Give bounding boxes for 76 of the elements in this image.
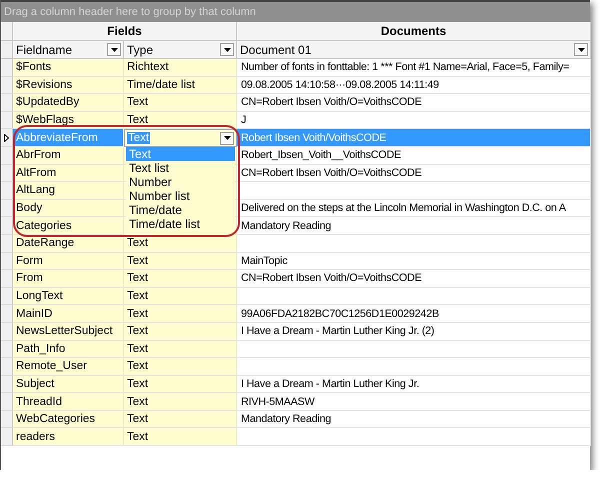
type-cell: Text <box>124 428 237 446</box>
dropdown-option[interactable]: Number list <box>126 189 235 203</box>
value-cell: MainTopic <box>237 252 591 270</box>
value-cell: RIVH-5MAASW <box>237 393 591 411</box>
dropdown-button[interactable] <box>220 132 234 145</box>
fieldname-cell: Subject <box>13 376 124 394</box>
fieldname-cell: $UpdatedBy <box>13 94 124 112</box>
value-cell: Robert_Ibsen_Voith__VoithsCODE <box>237 146 591 165</box>
filter-button[interactable] <box>220 43 234 56</box>
caret-icon <box>224 136 230 140</box>
filter-button[interactable] <box>107 43 121 56</box>
value-cell: 09.08.2005 14:10:58···09.08.2005 14:11:49 <box>237 76 591 94</box>
type-cell: Time/date list <box>124 76 237 94</box>
value-cell: I Have a Dream - Martin Luther King Jr. <box>237 376 591 394</box>
value-cell: Number of fonts in fonttable: 1 *** Font #1 Name=Arial, Face=5, Family= <box>237 59 591 77</box>
type-cell: Text <box>124 393 237 411</box>
column-label: Document 01 <box>240 42 312 56</box>
type-cell: Text <box>124 322 237 340</box>
value-cell: J <box>237 112 591 130</box>
fieldname-cell: Path_Info <box>13 340 124 358</box>
type-cell: Text <box>124 340 237 358</box>
fieldname-cell: From <box>13 270 124 288</box>
fieldname-cell: AltLang <box>13 182 124 200</box>
fieldname-cell: $Fonts <box>13 59 124 77</box>
fieldname-cell: Form <box>13 252 124 270</box>
type-cell: Text <box>124 376 237 394</box>
fieldname-cell: AbrFrom <box>13 146 124 165</box>
column-header[interactable]: Type <box>124 41 237 59</box>
value-cell: CN=Robert Ibsen Voith/O=VoithsCODE <box>237 164 591 182</box>
column-header[interactable]: Fieldname <box>13 41 124 59</box>
current-row-icon <box>4 134 9 142</box>
fieldname-cell: NewsLetterSubject <box>13 322 124 340</box>
fieldname-cell: LongText <box>13 288 124 306</box>
value-cell: Robert Ibsen Voith/VoithsCODE <box>237 129 591 147</box>
dropdown-option[interactable]: Text list <box>126 161 235 175</box>
fieldname-cell: MainID <box>13 305 124 323</box>
fieldname-cell: Body <box>13 200 124 218</box>
value-cell: 99A06FDA2182BC70C1256D1E0029242B <box>237 305 591 323</box>
band-header: Documents <box>237 22 591 41</box>
dropdown-option[interactable]: Number <box>126 175 235 189</box>
fieldname-cell: AbbreviateFrom <box>13 129 124 147</box>
header-corner <box>1 22 13 41</box>
column-label: Fieldname <box>16 42 72 56</box>
fieldname-cell: AltFrom <box>13 164 124 182</box>
type-cell: Richtext <box>124 59 237 77</box>
type-cell: Text <box>124 94 237 112</box>
type-cell: Text <box>124 305 237 323</box>
value-cell: Mandatory Reading <box>237 410 591 428</box>
fieldname-cell: $Revisions <box>13 76 124 94</box>
fieldname-cell: ThreadId <box>13 393 124 411</box>
caret-icon <box>110 48 118 52</box>
value-cell: Mandatory Reading <box>237 217 591 235</box>
fieldname-cell: Categories <box>13 217 124 235</box>
type-cell: Text <box>124 270 237 288</box>
band-header: Fields <box>13 22 237 41</box>
caret-icon <box>578 48 584 52</box>
fieldname-cell: readers <box>13 428 124 446</box>
value-cell: CN=Robert Ibsen Voith/O=VoithsCODE <box>237 94 591 112</box>
value-cell: CN=Robert Ibsen Voith/O=VoithsCODE <box>237 270 591 288</box>
value-cell: Delivered on the steps at the Lincoln Memorial in Washington D.C. on A <box>237 200 591 218</box>
column-header[interactable]: Document 01 <box>237 41 591 59</box>
fieldname-cell: WebCategories <box>13 410 124 428</box>
dropdown-option[interactable]: Time/date <box>126 203 235 217</box>
caret-icon <box>224 48 230 52</box>
filter-button[interactable] <box>574 43 588 56</box>
type-cell: Text <box>124 252 237 270</box>
type-cell: Text <box>124 358 237 376</box>
value-cell: I Have a Dream - Martin Luther King Jr. (2) <box>237 322 591 340</box>
dropdown-option[interactable]: Time/date list <box>126 217 235 231</box>
fieldname-cell: Remote_User <box>13 358 124 376</box>
type-cell: Text <box>124 288 237 306</box>
type-cell: Text <box>124 410 237 428</box>
column-label: Type <box>127 42 154 56</box>
header-corner <box>1 41 13 59</box>
row-indicator[interactable] <box>1 129 13 147</box>
group-hint: Drag a column header here to group by that column <box>4 6 256 18</box>
